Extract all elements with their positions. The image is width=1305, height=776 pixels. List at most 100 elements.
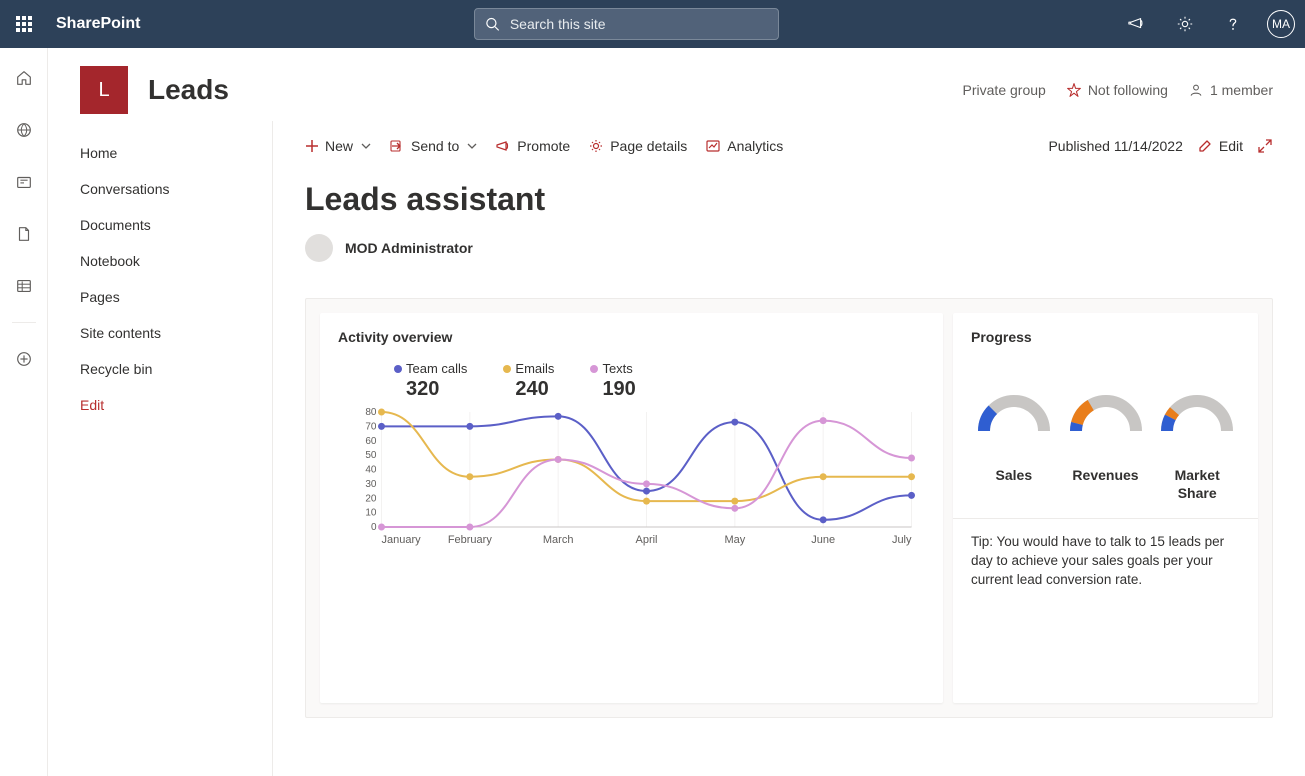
gear-icon [1176,15,1194,33]
expand-icon [1257,138,1273,154]
site-logo[interactable]: L [80,66,128,114]
megaphone-icon [1128,15,1146,33]
legend-item: Texts190 [590,361,635,401]
command-bar: New Send to Promote [305,121,1273,171]
svg-text:50: 50 [365,450,377,461]
svg-text:July: July [892,534,912,546]
author-avatar[interactable] [305,234,333,262]
nav-item-site-contents[interactable]: Site contents [48,315,272,351]
send-icon [389,138,405,154]
app-rail [0,48,48,776]
legend-item: Emails240 [503,361,554,401]
page-details-button[interactable]: Page details [588,138,687,154]
pencil-icon [1197,138,1213,154]
progress-card-title: Progress [971,329,1240,345]
svg-text:80: 80 [365,407,377,418]
site-title[interactable]: Leads [148,74,229,106]
user-avatar: MA [1267,10,1295,38]
legend-item: Team calls320 [394,361,467,401]
nav-item-recycle-bin[interactable]: Recycle bin [48,351,272,387]
svg-text:40: 40 [365,465,377,476]
send-to-button[interactable]: Send to [389,138,477,154]
waffle-icon [16,16,32,32]
chart-legend: Team calls320 Emails240 Texts190 [394,361,925,401]
file-icon [15,225,33,243]
promote-button[interactable]: Promote [495,138,570,154]
site-logo-letter: L [98,79,109,102]
nav-item-conversations[interactable]: Conversations [48,171,272,207]
svg-text:20: 20 [365,493,377,504]
gauge: Sales [971,391,1057,502]
privacy-label: Private group [963,82,1046,98]
search-input[interactable] [510,16,768,32]
rail-files-button[interactable] [0,214,48,254]
members-label: 1 member [1210,82,1273,98]
site-header: L Leads Private group Not following 1 me… [48,48,1305,120]
nav-item-pages[interactable]: Pages [48,279,272,315]
plus-icon [305,139,319,153]
search-icon [485,16,500,32]
plus-circle-icon [15,350,33,368]
rail-lists-button[interactable] [0,266,48,306]
search-box[interactable] [474,8,779,40]
chevron-down-icon [361,141,371,151]
edit-button[interactable]: Edit [1197,138,1243,154]
page-title: Leads assistant [305,181,1273,218]
new-label: New [325,138,353,154]
rail-news-button[interactable] [0,162,48,202]
gear-icon [588,138,604,154]
rail-home-button[interactable] [0,58,48,98]
gauge: Market Share [1154,391,1240,502]
svg-text:30: 30 [365,479,377,490]
cards-area: Activity overview Team calls320Emails240… [305,298,1273,718]
activity-chart: 0 10 20 30 40 50 60 70 80 January February March Apr… [338,407,925,567]
megaphone-button[interactable] [1113,0,1161,48]
svg-text:70: 70 [365,421,377,432]
left-nav: Home Conversations Documents Notebook Pa… [48,121,273,776]
svg-text:January: January [382,534,422,546]
members-button[interactable]: 1 member [1188,82,1273,98]
help-icon [1224,15,1242,33]
activity-card: Activity overview Team calls320Emails240… [320,313,943,703]
megaphone-icon [495,138,511,154]
published-label: Published 11/14/2022 [1048,138,1182,154]
svg-text:60: 60 [365,436,377,447]
rail-global-button[interactable] [0,110,48,150]
gauge: Revenues [1063,391,1149,502]
app-name-label: SharePoint [48,15,140,33]
user-initials: MA [1272,17,1290,31]
svg-text:0: 0 [371,522,377,533]
author-row: MOD Administrator [305,234,1273,262]
svg-text:March: March [543,534,574,546]
top-bar: SharePoint MA [0,0,1305,48]
progress-tip: Tip: You would have to talk to 15 leads … [953,518,1258,590]
nav-item-documents[interactable]: Documents [48,207,272,243]
send-to-label: Send to [411,138,459,154]
nav-item-home[interactable]: Home [48,135,272,171]
svg-text:April: April [635,534,657,546]
globe-icon [15,121,33,139]
user-avatar-button[interactable]: MA [1257,0,1305,48]
svg-text:February: February [448,534,493,546]
expand-button[interactable] [1257,138,1273,154]
promote-label: Promote [517,138,570,154]
news-icon [15,173,33,191]
nav-edit-link[interactable]: Edit [48,387,272,423]
svg-text:10: 10 [365,508,377,519]
nav-item-notebook[interactable]: Notebook [48,243,272,279]
app-launcher-button[interactable] [0,0,48,48]
page-details-label: Page details [610,138,687,154]
analytics-label: Analytics [727,138,783,154]
home-icon [15,69,33,87]
settings-button[interactable] [1161,0,1209,48]
follow-button[interactable]: Not following [1066,82,1168,98]
progress-card: Progress SalesRevenuesMarket Share Tip: … [953,313,1258,703]
help-button[interactable] [1209,0,1257,48]
new-button[interactable]: New [305,138,371,154]
chevron-down-icon [467,141,477,151]
analytics-icon [705,138,721,154]
rail-create-button[interactable] [0,339,48,379]
svg-text:June: June [811,534,835,546]
analytics-button[interactable]: Analytics [705,138,783,154]
edit-label: Edit [1219,138,1243,154]
